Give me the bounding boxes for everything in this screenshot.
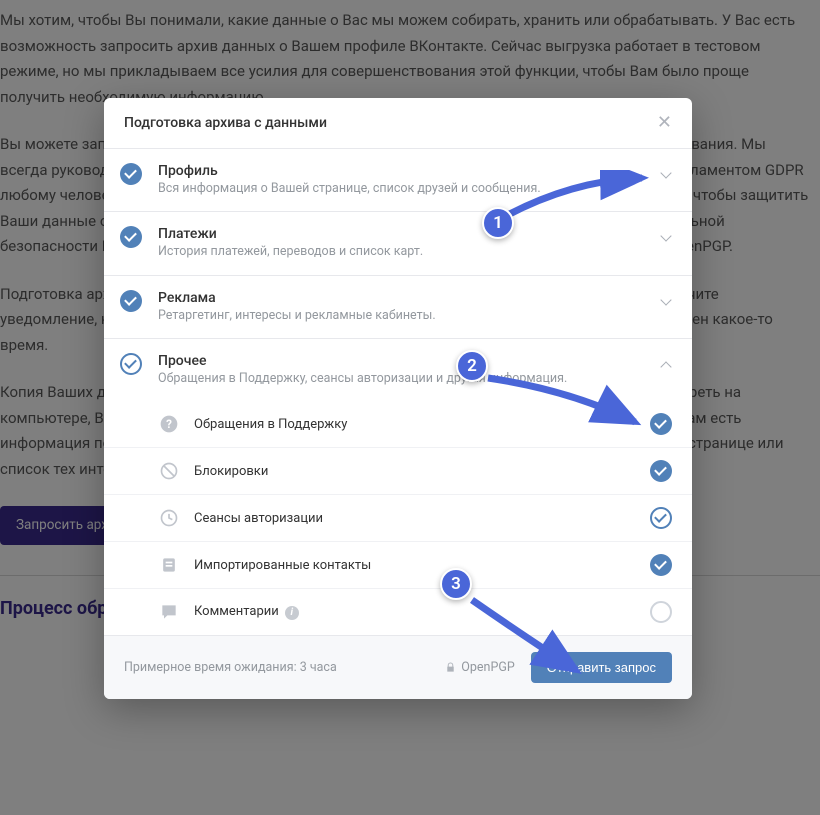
- openpgp-label: OpenPGP: [461, 660, 514, 675]
- comment-icon: [158, 601, 180, 623]
- sub-item-comments[interactable]: Комментарииi: [104, 588, 692, 635]
- checkbox-outline-icon[interactable]: [650, 507, 672, 529]
- checkmark-outline-icon[interactable]: [120, 353, 142, 375]
- sub-item-label: Блокировки: [194, 464, 650, 479]
- checkbox-checked-icon[interactable]: [650, 460, 672, 482]
- close-icon[interactable]: ✕: [657, 114, 672, 132]
- sections-list: Профиль Вся информация о Вашей странице,…: [104, 149, 692, 636]
- modal-footer: Примерное время ожидания: 3 часа OpenPGP…: [104, 636, 692, 699]
- modal-title: Подготовка архива с данными: [124, 115, 327, 131]
- ban-icon: [158, 460, 180, 482]
- section-other[interactable]: Прочее Обращения в Поддержку, сеансы авт…: [104, 339, 692, 401]
- checkbox-empty-icon[interactable]: [650, 601, 672, 623]
- svg-text:?: ?: [166, 417, 172, 431]
- data-archive-modal: Подготовка архива с данными ✕ Профиль Вс…: [104, 98, 692, 699]
- sub-item-sessions[interactable]: Сеансы авторизации: [104, 494, 692, 541]
- chevron-down-icon[interactable]: [660, 296, 672, 308]
- sub-item-label: Сеансы авторизации: [194, 511, 650, 526]
- sub-item-label: Комментарииi: [194, 604, 650, 620]
- checkmark-icon[interactable]: [120, 163, 142, 185]
- section-title: Профиль: [158, 163, 650, 179]
- sub-items-list: ? Обращения в Поддержку Блокировки Сеанс…: [104, 401, 692, 636]
- sub-item-label: Импортированные контакты: [194, 558, 650, 573]
- sub-item-support[interactable]: ? Обращения в Поддержку: [104, 401, 692, 447]
- chevron-down-icon[interactable]: [660, 232, 672, 244]
- sub-item-contacts[interactable]: Импортированные контакты: [104, 541, 692, 588]
- annotation-badge-1: 1: [482, 207, 514, 239]
- contacts-icon: [158, 554, 180, 576]
- section-ads[interactable]: Реклама Ретаргетинг, интересы и рекламны…: [104, 276, 692, 339]
- chevron-down-icon[interactable]: [660, 169, 672, 181]
- question-icon: ?: [158, 413, 180, 435]
- checkbox-checked-icon[interactable]: [650, 413, 672, 435]
- wait-time-text: Примерное время ожидания: 3 часа: [124, 660, 445, 675]
- section-desc: Вся информация о Вашей странице, список …: [158, 181, 650, 197]
- checkmark-icon[interactable]: [120, 290, 142, 312]
- info-icon[interactable]: i: [285, 606, 299, 620]
- section-desc: Обращения в Поддержку, сеансы авторизаци…: [158, 371, 650, 387]
- checkmark-icon[interactable]: [120, 226, 142, 248]
- section-title: Реклама: [158, 290, 650, 306]
- checkbox-checked-icon[interactable]: [650, 554, 672, 576]
- section-desc: История платежей, переводов и список кар…: [158, 244, 650, 260]
- section-title: Прочее: [158, 353, 650, 369]
- modal-header: Подготовка архива с данными ✕: [104, 98, 692, 149]
- sub-item-blocks[interactable]: Блокировки: [104, 447, 692, 494]
- annotation-badge-2: 2: [456, 350, 488, 382]
- section-title: Платежи: [158, 226, 650, 242]
- sub-item-label: Обращения в Поддержку: [194, 417, 650, 432]
- section-payments[interactable]: Платежи История платежей, переводов и сп…: [104, 212, 692, 275]
- annotation-badge-3: 3: [440, 568, 472, 600]
- openpgp-link[interactable]: OpenPGP: [445, 660, 514, 675]
- clock-icon: [158, 507, 180, 529]
- submit-request-button[interactable]: Отправить запрос: [531, 652, 672, 683]
- lock-icon: [445, 661, 456, 674]
- section-profile[interactable]: Профиль Вся информация о Вашей странице,…: [104, 149, 692, 212]
- section-desc: Ретаргетинг, интересы и рекламные кабине…: [158, 308, 650, 324]
- chevron-up-icon[interactable]: [660, 359, 672, 371]
